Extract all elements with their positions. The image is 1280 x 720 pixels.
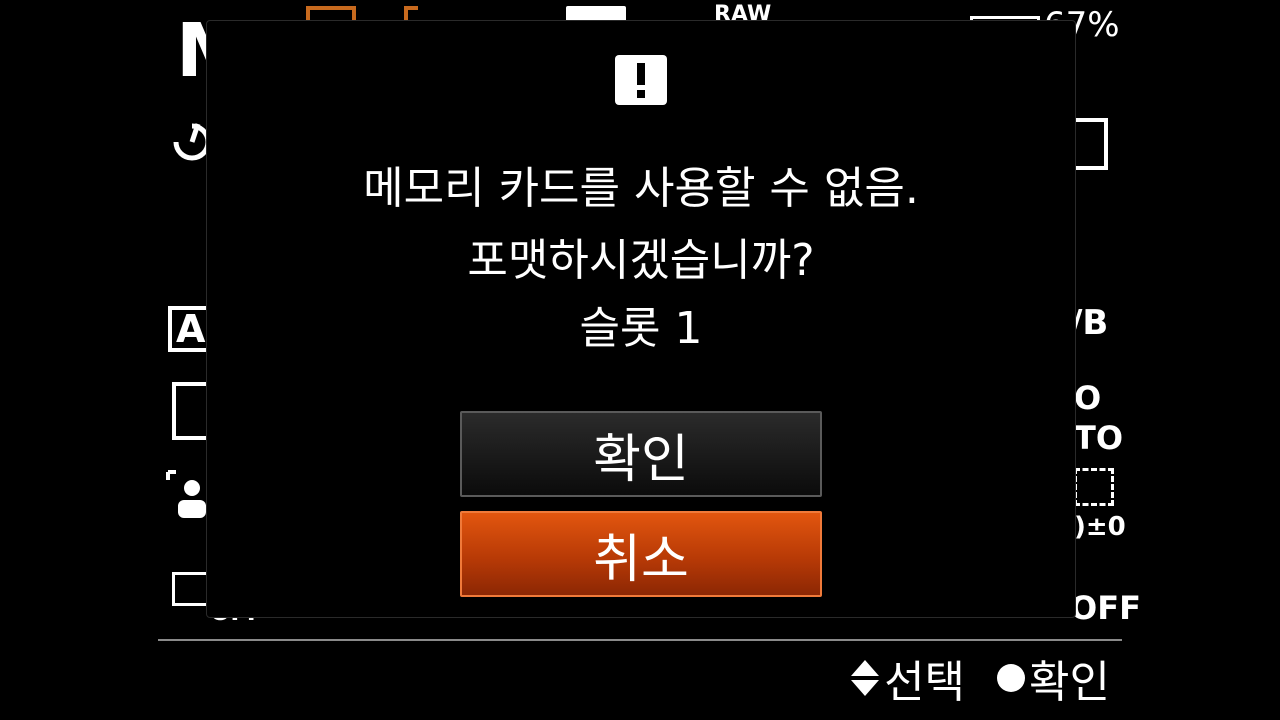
format-card-dialog: 메모리 카드를 사용할 수 없음. 포맷하시겠습니까? 슬롯 1 확인 취소 — [206, 20, 1076, 618]
footer-divider — [158, 639, 1122, 641]
confirm-hint-label: 확인 — [1029, 657, 1110, 708]
key-hints: 선택 확인 — [850, 648, 1110, 708]
confirm-button[interactable]: 확인 — [460, 411, 822, 497]
center-button-icon — [997, 664, 1026, 692]
select-hint: 선택 — [850, 646, 965, 710]
warning-icon — [615, 55, 667, 105]
up-down-arrow-icon — [850, 660, 880, 696]
cancel-button[interactable]: 취소 — [460, 511, 822, 597]
dialog-message-line3: 슬롯 1 — [579, 303, 703, 354]
camera-screen: M AF OFF RAW 67% /B O TO )±0 OFF 선택 확인 — [0, 0, 1280, 720]
iso-indicator: O — [1074, 379, 1102, 417]
dialog-message-line2: 포맷하시겠습니까? — [467, 235, 815, 286]
dialog-message-line1: 메모리 카드를 사용할 수 없음. — [363, 163, 919, 214]
right-off-indicator: OFF — [1070, 589, 1141, 627]
creative-style-icon — [1074, 468, 1114, 506]
select-hint-label: 선택 — [884, 657, 966, 708]
iso-auto-indicator: TO — [1074, 419, 1124, 457]
confirm-hint: 확인 — [997, 646, 1110, 710]
exposure-comp-indicator: )±0 — [1074, 512, 1126, 542]
